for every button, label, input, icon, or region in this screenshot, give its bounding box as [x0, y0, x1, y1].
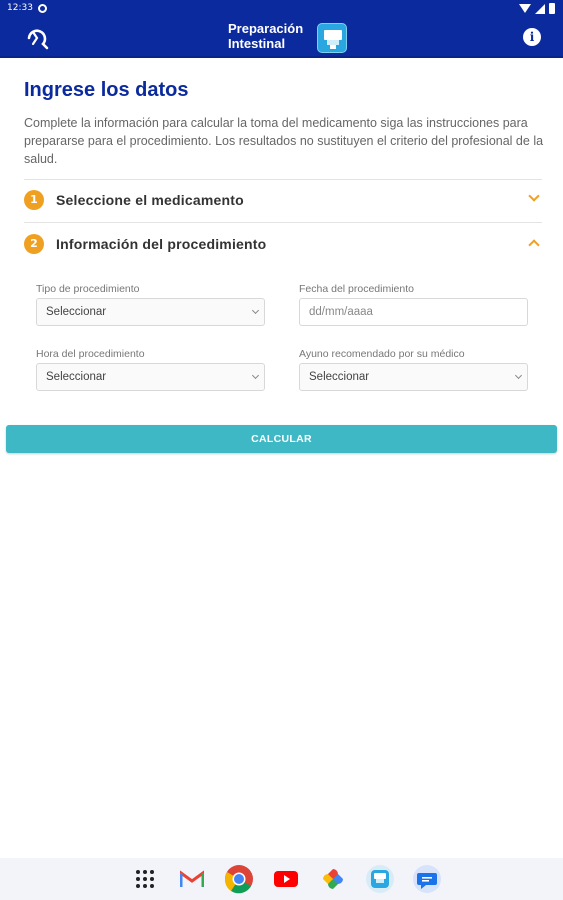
preparacion-app-icon[interactable] — [365, 864, 395, 894]
toilet-icon — [317, 23, 347, 53]
ayuno-select[interactable]: Seleccionar — [299, 363, 528, 391]
calcular-button[interactable]: CALCULAR — [6, 425, 557, 453]
app-bar: Preparación Intestinal i — [0, 18, 563, 58]
page-title: Ingrese los datos — [24, 79, 189, 101]
status-icons — [519, 3, 555, 14]
step-procedimiento[interactable]: 2 Información del procedimiento — [24, 230, 542, 258]
chevron-down-icon — [251, 306, 260, 315]
step-label: Seleccione el medicamento — [56, 192, 244, 208]
tipo-procedimiento-select[interactable]: Seleccionar — [36, 298, 265, 326]
select-value: Seleccionar — [46, 371, 107, 383]
tipo-procedimiento-label: Tipo de procedimiento — [36, 283, 140, 295]
select-value: Seleccionar — [309, 371, 370, 383]
gmail-icon[interactable] — [177, 864, 207, 894]
app-title-line1: Preparación — [228, 21, 304, 36]
ayuno-label: Ayuno recomendado por su médico — [299, 348, 465, 360]
chrome-icon[interactable] — [224, 864, 254, 894]
hora-procedimiento-label: Hora del procedimiento — [36, 348, 145, 360]
divider — [24, 179, 542, 180]
chevron-down-icon — [528, 190, 540, 202]
step-medicamento[interactable]: 1 Seleccione el medicamento — [24, 186, 542, 214]
chevron-down-icon — [251, 371, 260, 380]
divider — [24, 222, 542, 223]
date-placeholder: dd/mm/aaaa — [309, 306, 373, 318]
youtube-icon[interactable] — [271, 864, 301, 894]
photos-icon[interactable] — [318, 864, 348, 894]
notification-icon — [38, 4, 47, 13]
hora-procedimiento-select[interactable]: Seleccionar — [36, 363, 265, 391]
fecha-procedimiento-input[interactable]: dd/mm/aaaa — [299, 298, 528, 326]
select-value: Seleccionar — [46, 306, 107, 318]
taskbar — [0, 858, 563, 900]
chevron-down-icon — [514, 371, 523, 380]
fecha-procedimiento-label: Fecha del procedimiento — [299, 283, 414, 295]
status-bar: 12:33 — [0, 0, 563, 18]
info-icon[interactable]: i — [523, 28, 541, 46]
step-number: 1 — [24, 190, 44, 210]
app-dock — [130, 864, 442, 894]
app-logo-icon[interactable] — [26, 26, 50, 50]
step-label: Información del procedimiento — [56, 236, 267, 252]
app-title-line2: Intestinal — [228, 36, 286, 51]
app-title: Preparación Intestinal — [228, 21, 303, 51]
signal-icon — [535, 3, 545, 14]
apps-grid-icon[interactable] — [130, 864, 160, 894]
intro-text: Complete la información para calcular la… — [24, 116, 544, 166]
status-time: 12:33 — [7, 3, 33, 13]
step-number: 2 — [24, 234, 44, 254]
wifi-icon — [519, 4, 531, 13]
messages-icon[interactable] — [412, 864, 442, 894]
battery-icon — [549, 3, 555, 14]
chevron-up-icon — [528, 239, 540, 251]
